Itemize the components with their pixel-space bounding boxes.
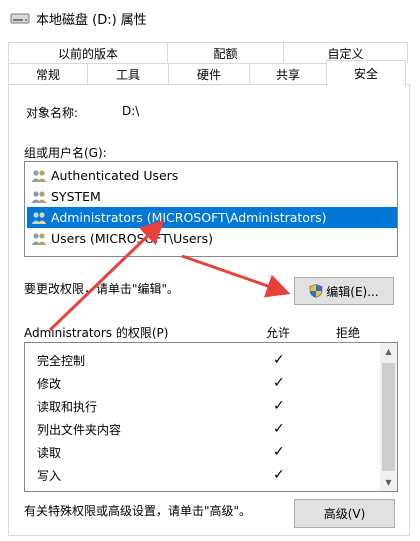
scroll-up-icon[interactable]: ▲ [380, 343, 397, 360]
permission-name: 读取和执行 [37, 399, 98, 414]
tab-general[interactable]: 常规 [8, 63, 88, 84]
uac-shield-icon [309, 284, 323, 298]
user-group-icon [31, 169, 47, 183]
change-permissions-note: 要更改权限，请单击"编辑"。 [24, 282, 180, 296]
allow-check-icon: ✓ [273, 375, 285, 391]
user-item-authenticated-users[interactable]: Authenticated Users [27, 165, 182, 186]
tab-security[interactable]: 安全 [326, 60, 406, 86]
tab-previous-versions[interactable]: 以前的版本 [8, 42, 168, 63]
user-item-label: Authenticated Users [51, 168, 179, 183]
permissions-scrollbar[interactable]: ▲ ▼ [380, 343, 397, 491]
edit-button-label: 编辑(E)... [326, 284, 379, 299]
allow-check-icon: ✓ [273, 421, 285, 437]
user-item-system[interactable]: SYSTEM [27, 186, 105, 207]
user-group-icon [31, 232, 47, 246]
window-title: 本地磁盘 (D:) 属性 [36, 12, 147, 28]
permission-row-list-folder: 列出文件夹内容 ✓ [37, 418, 377, 440]
user-item-label: SYSTEM [51, 189, 101, 204]
permission-row-full-control: 完全控制 ✓ [37, 349, 377, 371]
tab-row-front: 常规 工具 硬件 共享 安全 [8, 60, 406, 86]
drive-icon [10, 11, 30, 25]
permission-name: 读取 [37, 445, 62, 460]
advanced-note: 有关特殊权限或高级设置，请单击"高级"。 [24, 504, 252, 518]
object-name-value: D:\ [122, 104, 140, 118]
permissions-list: 完全控制 ✓ 修改 ✓ 读取和执行 ✓ 列出文件夹内容 ✓ 读取 ✓ 写入 ✓ … [24, 342, 398, 492]
tab-row-back: 以前的版本 配额 自定义 [8, 42, 408, 63]
allow-check-icon: ✓ [273, 398, 285, 414]
user-item-label: Administrators (MICROSOFT\Administrators… [51, 210, 327, 225]
user-group-icon [31, 211, 47, 225]
user-item-label: Users (MICROSOFT\Users) [51, 231, 214, 246]
allow-check-icon: ✓ [273, 444, 285, 460]
allow-column-header: 允许 [266, 326, 291, 340]
permission-row-modify: 修改 ✓ [37, 372, 377, 394]
tab-hardware[interactable]: 硬件 [168, 63, 250, 84]
title-bar: 本地磁盘 (D:) 属性 [0, 0, 420, 36]
deny-column-header: 拒绝 [336, 326, 361, 340]
tab-tools[interactable]: 工具 [87, 63, 169, 84]
user-group-icon [31, 190, 47, 204]
permission-name: 写入 [37, 468, 62, 483]
permission-row-read: 读取 ✓ [37, 441, 377, 463]
tab-quota[interactable]: 配额 [167, 42, 284, 63]
permission-name: 修改 [37, 376, 62, 391]
allow-check-icon: ✓ [273, 352, 285, 368]
group-users-label: 组或用户名(G): [24, 146, 107, 160]
permission-row-write: 写入 ✓ [37, 464, 377, 486]
permission-name: 完全控制 [37, 353, 86, 368]
permission-row-read-execute: 读取和执行 ✓ [37, 395, 377, 417]
user-item-users[interactable]: Users (MICROSOFT\Users) [27, 228, 217, 249]
tab-sharing[interactable]: 共享 [249, 63, 327, 84]
permission-name: 列出文件夹内容 [37, 422, 122, 437]
permissions-title: Administrators 的权限(P) [24, 326, 169, 340]
advanced-button[interactable]: 高级(V) [294, 499, 395, 528]
allow-check-icon: ✓ [273, 467, 285, 483]
group-users-list[interactable]: Authenticated Users SYSTEM Administrator… [24, 161, 398, 257]
object-name-label: 对象名称: [26, 106, 79, 120]
scroll-down-icon[interactable]: ▼ [380, 474, 397, 491]
edit-button[interactable]: 编辑(E)... [294, 277, 394, 305]
scroll-thumb[interactable] [382, 363, 395, 471]
user-item-administrators[interactable]: Administrators (MICROSOFT\Administrators… [27, 207, 397, 228]
